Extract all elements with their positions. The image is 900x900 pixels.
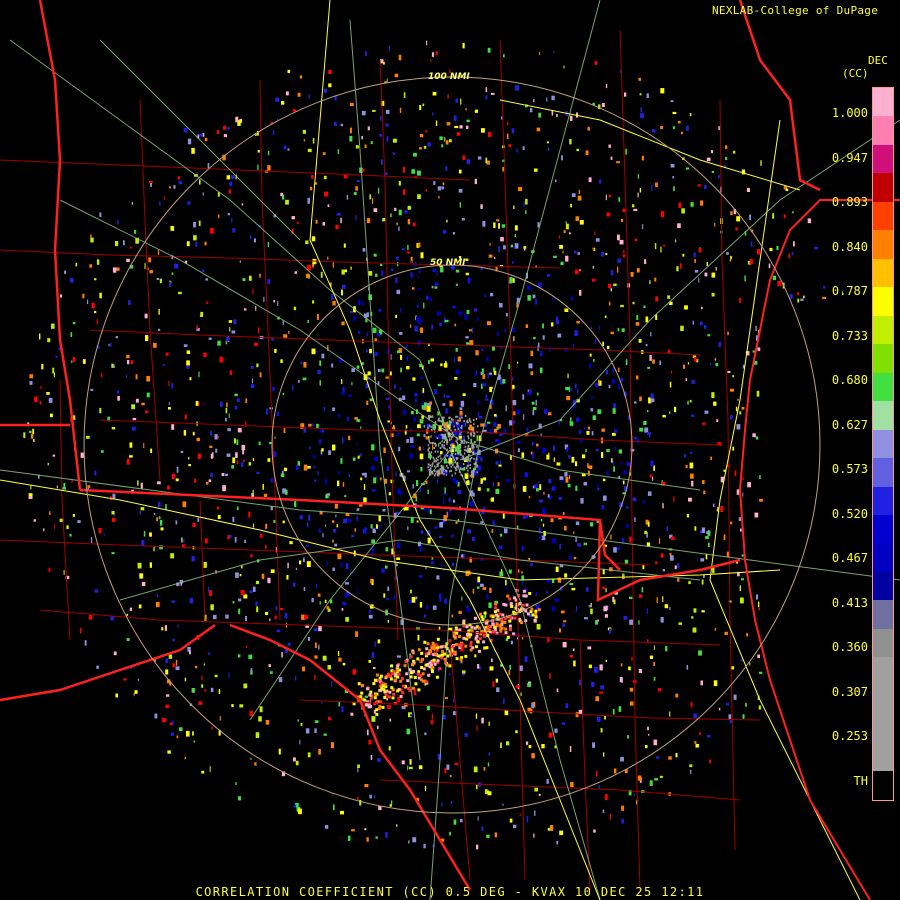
color-scale-tick-label: 0.520 (831, 506, 868, 521)
color-scale-segment (873, 258, 893, 288)
color-scale-bar (872, 87, 894, 801)
color-scale-segment (873, 543, 893, 572)
color-scale-tick-label: 0.627 (831, 417, 868, 432)
color-scale-tick-label: 0.307 (831, 684, 868, 699)
color-scale-segment (873, 458, 893, 487)
product-caption: CORRELATION COEFFICIENT (CC) 0.5 DEG - K… (195, 885, 705, 899)
color-scale-tick-label: 0.360 (831, 640, 868, 654)
radar-map[interactable] (0, 0, 900, 900)
color-scale-segment (873, 372, 893, 402)
color-scale-segment (873, 486, 893, 516)
color-scale-tick-label: 1.000 (831, 106, 868, 120)
color-scale-tick-label: 0.573 (831, 462, 868, 476)
color-scale-segment (873, 144, 893, 174)
color-scale-tick-label: 0.253 (831, 729, 868, 743)
color-scale-segment (873, 657, 893, 686)
product-label: DEC (CC) (842, 54, 898, 80)
color-scale-tick-label: TH (853, 773, 868, 788)
color-scale-tick-label: 0.787 (831, 284, 868, 298)
color-scale-segment (873, 344, 893, 373)
color-scale-segment (873, 287, 893, 316)
color-scale-segment (873, 571, 893, 601)
color-scale-segment (873, 771, 893, 800)
color-scale-segment (873, 88, 893, 117)
color-scale-tick-label: 0.840 (831, 239, 868, 254)
color-scale-segment (873, 600, 893, 629)
color-scale-segment (873, 714, 893, 743)
color-scale-tick-label: 0.413 (831, 595, 868, 610)
color-scale-tick-label: 0.893 (831, 195, 868, 209)
product-unit: (CC) (842, 67, 869, 80)
color-scale-segment (873, 515, 893, 544)
color-scale-segment (873, 429, 893, 459)
credit-label: NEXLAB-College of DuPage (712, 4, 879, 17)
color-scale-segment (873, 628, 893, 658)
color-scale-tick-label: 0.680 (831, 373, 868, 387)
color-scale-segment (873, 401, 893, 430)
color-scale-segment (873, 116, 893, 145)
color-scale-segment (873, 742, 893, 772)
ring-label-100nmi: 100 NMI (428, 72, 470, 82)
color-scale-segment (873, 315, 893, 345)
color-scale-segment (873, 173, 893, 202)
color-scale-segment (873, 201, 893, 231)
color-scale-segment (873, 685, 893, 715)
ring-label-50nmi: 50 NMI (430, 258, 466, 268)
product-abbr: DEC (868, 54, 888, 67)
color-scale-tick-label: 0.947 (831, 150, 868, 165)
color-scale-tick-label: 0.733 (831, 328, 868, 343)
color-scale-tick-label: 0.467 (831, 551, 868, 565)
color-scale-segment (873, 230, 893, 259)
